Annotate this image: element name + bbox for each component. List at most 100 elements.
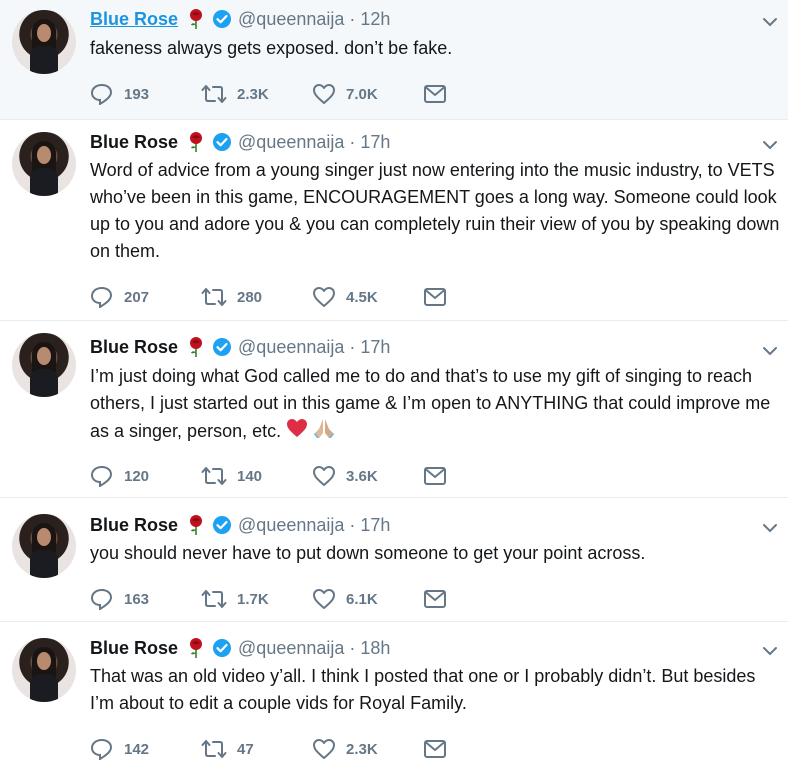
tweet[interactable]: Blue Rose @queennaija · 18h That was an … bbox=[0, 622, 788, 765]
verified-badge-icon bbox=[212, 337, 232, 357]
verified-badge-icon bbox=[212, 638, 232, 658]
red-heart-icon bbox=[286, 418, 308, 446]
reply-icon bbox=[90, 588, 113, 610]
tweet-actions: 163 1.7K 6.1K bbox=[90, 587, 534, 611]
like-button[interactable]: 6.1K bbox=[312, 588, 423, 610]
like-count: 3.6K bbox=[346, 467, 378, 485]
retweet-count: 1.7K bbox=[237, 590, 269, 608]
like-icon bbox=[313, 466, 335, 486]
verified-badge-icon bbox=[212, 9, 232, 29]
author-handle[interactable]: @queennaija bbox=[238, 337, 344, 358]
author-name[interactable]: Blue Rose bbox=[90, 515, 178, 536]
rose-emoji-icon bbox=[186, 514, 206, 536]
folded-hands-icon bbox=[313, 417, 335, 447]
tweet-timestamp[interactable]: 17h bbox=[360, 515, 390, 536]
like-button[interactable]: 3.6K bbox=[312, 465, 423, 487]
like-count: 7.0K bbox=[346, 85, 378, 103]
reply-icon bbox=[90, 465, 113, 487]
chevron-down-icon[interactable] bbox=[762, 643, 778, 659]
avatar[interactable] bbox=[12, 333, 76, 397]
separator-dot: · bbox=[349, 131, 356, 152]
retweet-count: 280 bbox=[237, 288, 263, 306]
tweet[interactable]: Blue Rose @queennaija · 12h fakeness alw… bbox=[0, 0, 788, 120]
reply-button[interactable]: 120 bbox=[90, 465, 201, 487]
retweet-icon bbox=[201, 590, 227, 608]
separator-dot: · bbox=[349, 336, 356, 357]
retweet-icon bbox=[201, 288, 227, 306]
author-handle[interactable]: @queennaija bbox=[238, 515, 344, 536]
direct-message-icon bbox=[424, 467, 446, 485]
direct-message-button[interactable] bbox=[423, 589, 534, 609]
tweet-timestamp[interactable]: 17h bbox=[360, 337, 390, 358]
author-name[interactable]: Blue Rose bbox=[90, 638, 178, 659]
author-handle[interactable]: @queennaija bbox=[238, 132, 344, 153]
direct-message-icon bbox=[424, 590, 446, 608]
avatar[interactable] bbox=[12, 132, 76, 196]
reply-button[interactable]: 207 bbox=[90, 286, 201, 308]
verified-badge-icon bbox=[212, 132, 232, 152]
direct-message-button[interactable] bbox=[423, 84, 534, 104]
like-button[interactable]: 2.3K bbox=[312, 738, 423, 760]
like-button[interactable]: 4.5K bbox=[312, 286, 423, 308]
retweet-button[interactable]: 280 bbox=[201, 287, 312, 307]
direct-message-icon bbox=[424, 288, 446, 306]
retweet-icon bbox=[201, 85, 227, 103]
tweet-actions: 193 2.3K 7.0K bbox=[90, 82, 534, 106]
avatar[interactable] bbox=[12, 514, 76, 578]
direct-message-icon bbox=[424, 740, 446, 758]
tweet[interactable]: Blue Rose @queennaija · 17h you should n… bbox=[0, 498, 788, 622]
tweet[interactable]: Blue Rose @queennaija · 17h Word of advi… bbox=[0, 120, 788, 321]
direct-message-button[interactable] bbox=[423, 287, 534, 307]
retweet-button[interactable]: 47 bbox=[201, 739, 312, 759]
like-icon bbox=[313, 739, 335, 759]
author-handle[interactable]: @queennaija bbox=[238, 638, 344, 659]
direct-message-button[interactable] bbox=[423, 466, 534, 486]
tweet-text: fakeness always gets exposed. don’t be f… bbox=[90, 38, 453, 58]
chevron-down-icon[interactable] bbox=[762, 14, 778, 30]
avatar[interactable] bbox=[12, 638, 76, 702]
retweet-count: 47 bbox=[237, 740, 254, 758]
retweet-button[interactable]: 2.3K bbox=[201, 84, 312, 104]
tweet-header: Blue Rose @queennaija · 17h bbox=[90, 130, 390, 154]
tweet-timestamp[interactable]: 12h bbox=[360, 9, 390, 30]
separator-dot: · bbox=[349, 514, 356, 535]
tweet-header: Blue Rose @queennaija · 12h bbox=[90, 7, 390, 31]
like-count: 6.1K bbox=[346, 590, 378, 608]
separator-dot: · bbox=[349, 637, 356, 658]
reply-button[interactable]: 142 bbox=[90, 738, 201, 760]
chevron-down-icon[interactable] bbox=[762, 343, 778, 359]
tweet-text: you should never have to put down someon… bbox=[90, 543, 646, 563]
rose-emoji-icon bbox=[186, 8, 206, 30]
avatar[interactable] bbox=[12, 10, 76, 74]
reply-button[interactable]: 163 bbox=[90, 588, 201, 610]
chevron-down-icon[interactable] bbox=[762, 520, 778, 536]
like-icon bbox=[313, 589, 335, 609]
retweet-button[interactable]: 140 bbox=[201, 466, 312, 486]
verified-badge-icon bbox=[212, 515, 232, 535]
tweet-timestamp[interactable]: 18h bbox=[360, 638, 390, 659]
chevron-down-icon[interactable] bbox=[762, 137, 778, 153]
reply-count: 163 bbox=[124, 590, 150, 608]
reply-button[interactable]: 193 bbox=[90, 83, 201, 105]
like-count: 4.5K bbox=[346, 288, 378, 306]
tweet-text: I’m just doing what God called me to do … bbox=[90, 363, 780, 447]
tweet[interactable]: Blue Rose @queennaija · 17h I’m just doi… bbox=[0, 321, 788, 498]
like-icon bbox=[313, 287, 335, 307]
tweet-text: That was an old video y’all. I think I p… bbox=[90, 666, 756, 713]
reply-icon bbox=[90, 286, 113, 308]
author-handle[interactable]: @queennaija bbox=[238, 9, 344, 30]
tweet-actions: 142 47 2.3K bbox=[90, 737, 534, 761]
tweet-timestamp[interactable]: 17h bbox=[360, 132, 390, 153]
reply-icon bbox=[90, 83, 113, 105]
retweet-count: 140 bbox=[237, 467, 263, 485]
rose-emoji-icon bbox=[186, 131, 206, 153]
author-name[interactable]: Blue Rose bbox=[90, 9, 178, 30]
reply-count: 207 bbox=[124, 288, 150, 306]
author-name[interactable]: Blue Rose bbox=[90, 337, 178, 358]
reply-count: 142 bbox=[124, 740, 150, 758]
like-button[interactable]: 7.0K bbox=[312, 83, 423, 105]
author-name[interactable]: Blue Rose bbox=[90, 132, 178, 153]
like-icon bbox=[313, 84, 335, 104]
direct-message-button[interactable] bbox=[423, 739, 534, 759]
retweet-button[interactable]: 1.7K bbox=[201, 589, 312, 609]
